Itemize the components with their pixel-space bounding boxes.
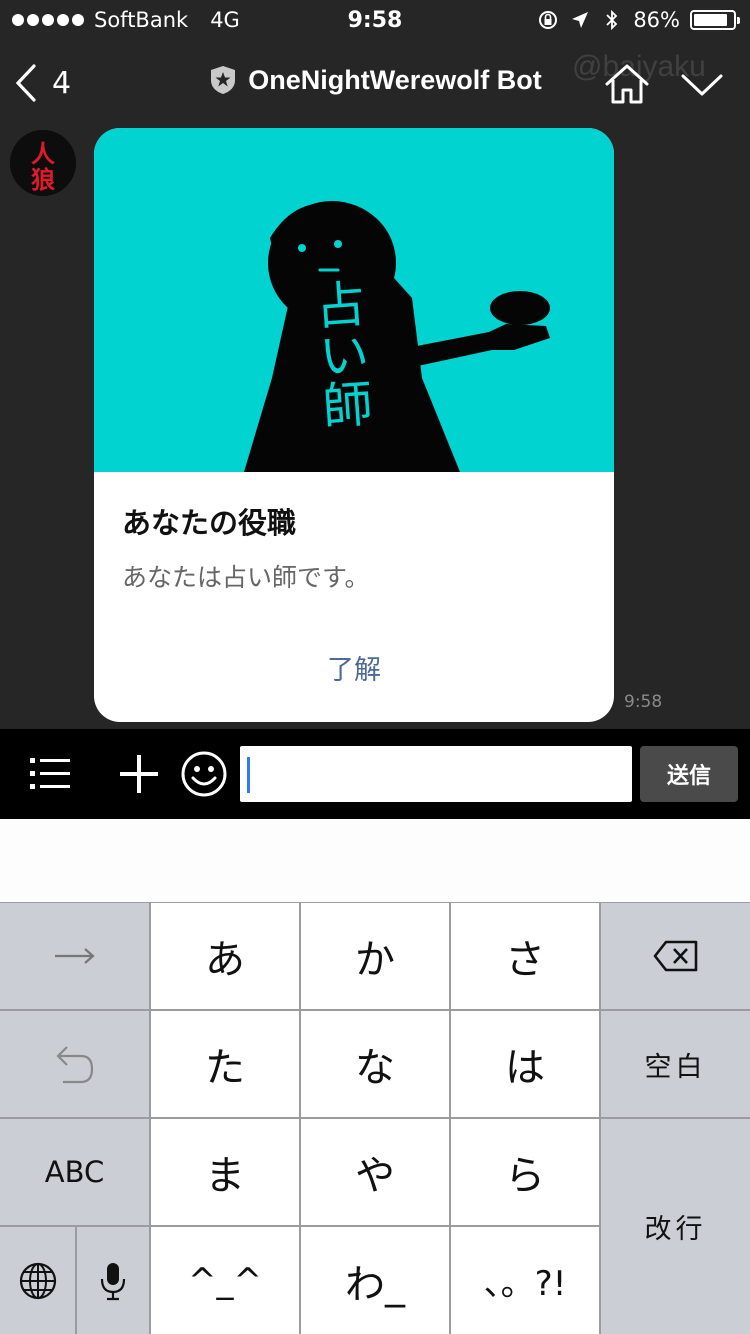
keyboard-suggestion-area (0, 819, 750, 902)
next-candidate-key[interactable] (0, 903, 149, 1009)
avatar-image: 人 狼 (10, 130, 76, 196)
chat-area[interactable]: 人 狼 占い師 あなたの役職 あなたは占い師です。 了解 9:58 (0, 126, 750, 729)
message-input[interactable] (240, 746, 632, 802)
location-arrow-icon (572, 12, 589, 28)
home-icon[interactable] (603, 62, 651, 106)
key-a[interactable]: あ (151, 903, 299, 1009)
bluetooth-icon (606, 9, 618, 31)
key-ra[interactable]: ら (451, 1119, 599, 1225)
hero-caption: 占い師 (306, 277, 374, 431)
chevron-down-icon[interactable] (680, 70, 724, 100)
emoji-icon[interactable] (180, 750, 228, 798)
key-ka[interactable]: か (301, 903, 449, 1009)
card-body: あなたの役職 あなたは占い師です。 (94, 472, 614, 594)
undo-icon (55, 1046, 93, 1084)
chat-header: 4 @baiyaku OneNightWerewolf Bot (0, 40, 750, 126)
key-wa[interactable]: わ_ (301, 1227, 449, 1334)
acknowledge-button[interactable]: 了解 (94, 648, 614, 687)
menu-list-icon[interactable] (28, 755, 72, 793)
arrow-right-icon (54, 948, 95, 964)
globe-icon (19, 1262, 56, 1299)
send-button[interactable]: 送信 (640, 746, 738, 802)
key-kaomoji[interactable]: ^_^ (151, 1227, 299, 1334)
message-timestamp: 9:58 (624, 692, 663, 712)
globe-key[interactable] (0, 1227, 75, 1334)
battery-percent: 86% (633, 8, 680, 32)
svg-text:人: 人 (31, 139, 55, 168)
return-key[interactable]: 改行 (601, 1119, 750, 1334)
card-text: あなたは占い師です。 (122, 563, 370, 592)
key-ha[interactable]: は (451, 1011, 599, 1117)
chat-title-text: OneNightWerewolf Bot (248, 64, 542, 95)
key-ma[interactable]: ま (151, 1119, 299, 1225)
bot-avatar[interactable]: 人 狼 (10, 130, 76, 196)
key-sa[interactable]: さ (451, 903, 599, 1009)
dictation-key[interactable] (77, 1227, 149, 1334)
space-key[interactable]: 空白 (601, 1011, 750, 1117)
abc-key[interactable]: ABC (0, 1119, 149, 1225)
key-ya[interactable]: や (301, 1119, 449, 1225)
key-ta[interactable]: た (151, 1011, 299, 1117)
key-na[interactable]: な (301, 1011, 449, 1117)
battery-level (694, 14, 727, 26)
rotation-lock-icon (539, 11, 558, 29)
text-caret (247, 757, 250, 793)
undo-key[interactable] (0, 1011, 149, 1117)
delete-key[interactable] (601, 903, 750, 1009)
status-bar: SoftBank 4G 9:58 86% (0, 0, 750, 40)
keyboard: あ か さ た な は 空白 ABC ま や ら 改行 ^_^ わ_ 、。?! (0, 902, 750, 1334)
fortune-teller-illustration: 占い師 (244, 201, 550, 472)
battery-icon (690, 10, 740, 30)
plus-icon[interactable] (118, 753, 160, 795)
message-input-bar: 送信 (0, 729, 750, 819)
card-title: あなたの役職 (122, 506, 297, 540)
card-hero-image: 占い師 (94, 128, 614, 472)
status-right: 86% (537, 8, 740, 32)
backspace-icon (653, 940, 697, 972)
message-card: 占い師 あなたの役職 あなたは占い師です。 了解 (94, 128, 614, 722)
svg-text:狼: 狼 (31, 165, 55, 194)
official-badge-icon (211, 66, 236, 94)
microphone-icon (100, 1262, 126, 1300)
key-punctuation[interactable]: 、。?! (451, 1227, 599, 1334)
